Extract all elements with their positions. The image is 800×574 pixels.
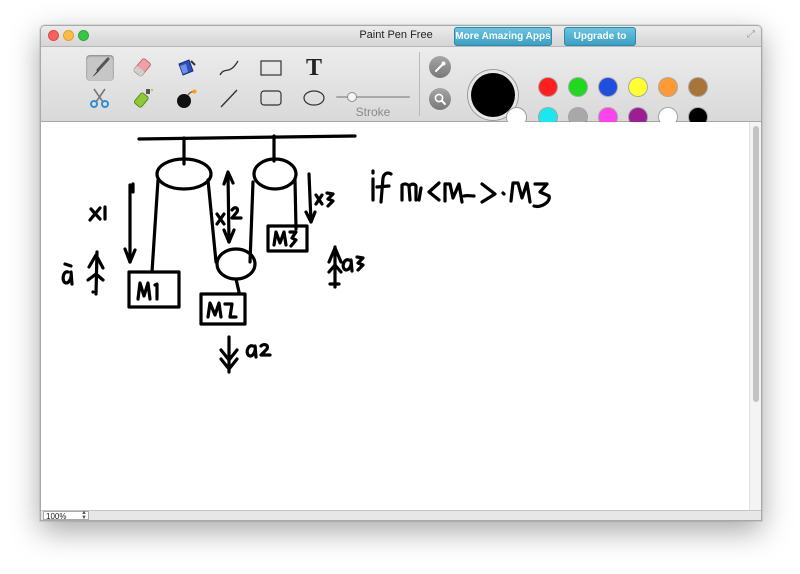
rounded-rectangle-tool[interactable] bbox=[257, 85, 285, 111]
paintbrush-icon bbox=[92, 57, 110, 77]
eraser-icon bbox=[133, 58, 151, 77]
paint-bucket-icon bbox=[178, 59, 196, 76]
close-window-button[interactable] bbox=[48, 30, 59, 41]
color-swatch[interactable] bbox=[599, 78, 617, 96]
text-icon: T bbox=[305, 54, 322, 81]
title-bar: Paint Pen Free More Amazing Apps Upgrade… bbox=[41, 26, 761, 59]
color-swatch[interactable] bbox=[689, 78, 707, 96]
status-bar: 100% ▲ ▼ bbox=[41, 510, 761, 521]
vertical-scrollbar[interactable] bbox=[749, 122, 761, 510]
rectangle-icon bbox=[260, 60, 282, 76]
stroke-slider-thumb[interactable] bbox=[346, 92, 357, 102]
curve-tool[interactable] bbox=[215, 55, 243, 81]
bomb-icon bbox=[177, 89, 197, 108]
stepper-arrows-icon[interactable]: ▲ ▼ bbox=[81, 510, 87, 520]
spray-tool[interactable] bbox=[129, 85, 157, 111]
zoom-button[interactable] bbox=[429, 88, 451, 110]
brush-tool[interactable] bbox=[86, 55, 114, 81]
scrollbar-thumb[interactable] bbox=[753, 126, 759, 402]
bomb-tool[interactable] bbox=[172, 85, 200, 111]
ellipse-icon bbox=[303, 90, 325, 106]
drawing-canvas[interactable] bbox=[41, 122, 749, 510]
ellipse-tool[interactable] bbox=[300, 85, 328, 111]
magnifier-icon bbox=[434, 93, 446, 105]
rounded-rectangle-icon bbox=[260, 90, 282, 106]
text-tool[interactable]: T bbox=[300, 55, 328, 81]
color-swatch[interactable] bbox=[539, 78, 557, 96]
cut-tool[interactable] bbox=[86, 85, 114, 111]
line-tool[interactable] bbox=[215, 85, 243, 111]
minimize-window-button[interactable] bbox=[63, 30, 74, 41]
scissors-icon bbox=[90, 88, 109, 108]
fill-tool[interactable] bbox=[172, 55, 200, 81]
upgrade-button[interactable]: Upgrade to Pro bbox=[564, 27, 636, 59]
pulley-drawing bbox=[61, 134, 551, 374]
rectangle-tool[interactable] bbox=[257, 55, 285, 81]
zoom-value: 100% bbox=[46, 512, 67, 521]
more-apps-button[interactable]: More Amazing Apps bbox=[454, 27, 552, 46]
zoom-select[interactable]: 100% ▲ ▼ bbox=[43, 510, 89, 521]
curve-icon bbox=[219, 60, 239, 76]
color-swatch[interactable] bbox=[569, 78, 587, 96]
zoom-window-button[interactable] bbox=[78, 30, 89, 41]
eyedropper-icon bbox=[435, 61, 446, 72]
color-swatch[interactable] bbox=[629, 78, 647, 96]
stroke-label: Stroke bbox=[355, 105, 391, 119]
eraser-tool[interactable] bbox=[129, 55, 157, 81]
line-icon bbox=[220, 89, 238, 108]
toolbar: T Stroke bbox=[41, 47, 761, 128]
eyedropper-button[interactable] bbox=[429, 56, 451, 78]
fullscreen-icon[interactable]: ⤢ bbox=[747, 29, 755, 40]
app-window: Paint Pen Free More Amazing Apps Upgrade… bbox=[40, 25, 762, 521]
toolbar-divider bbox=[419, 52, 420, 116]
color-swatch[interactable] bbox=[659, 78, 677, 96]
window-title: Paint Pen Free bbox=[359, 29, 433, 41]
spray-can-icon bbox=[133, 89, 153, 108]
